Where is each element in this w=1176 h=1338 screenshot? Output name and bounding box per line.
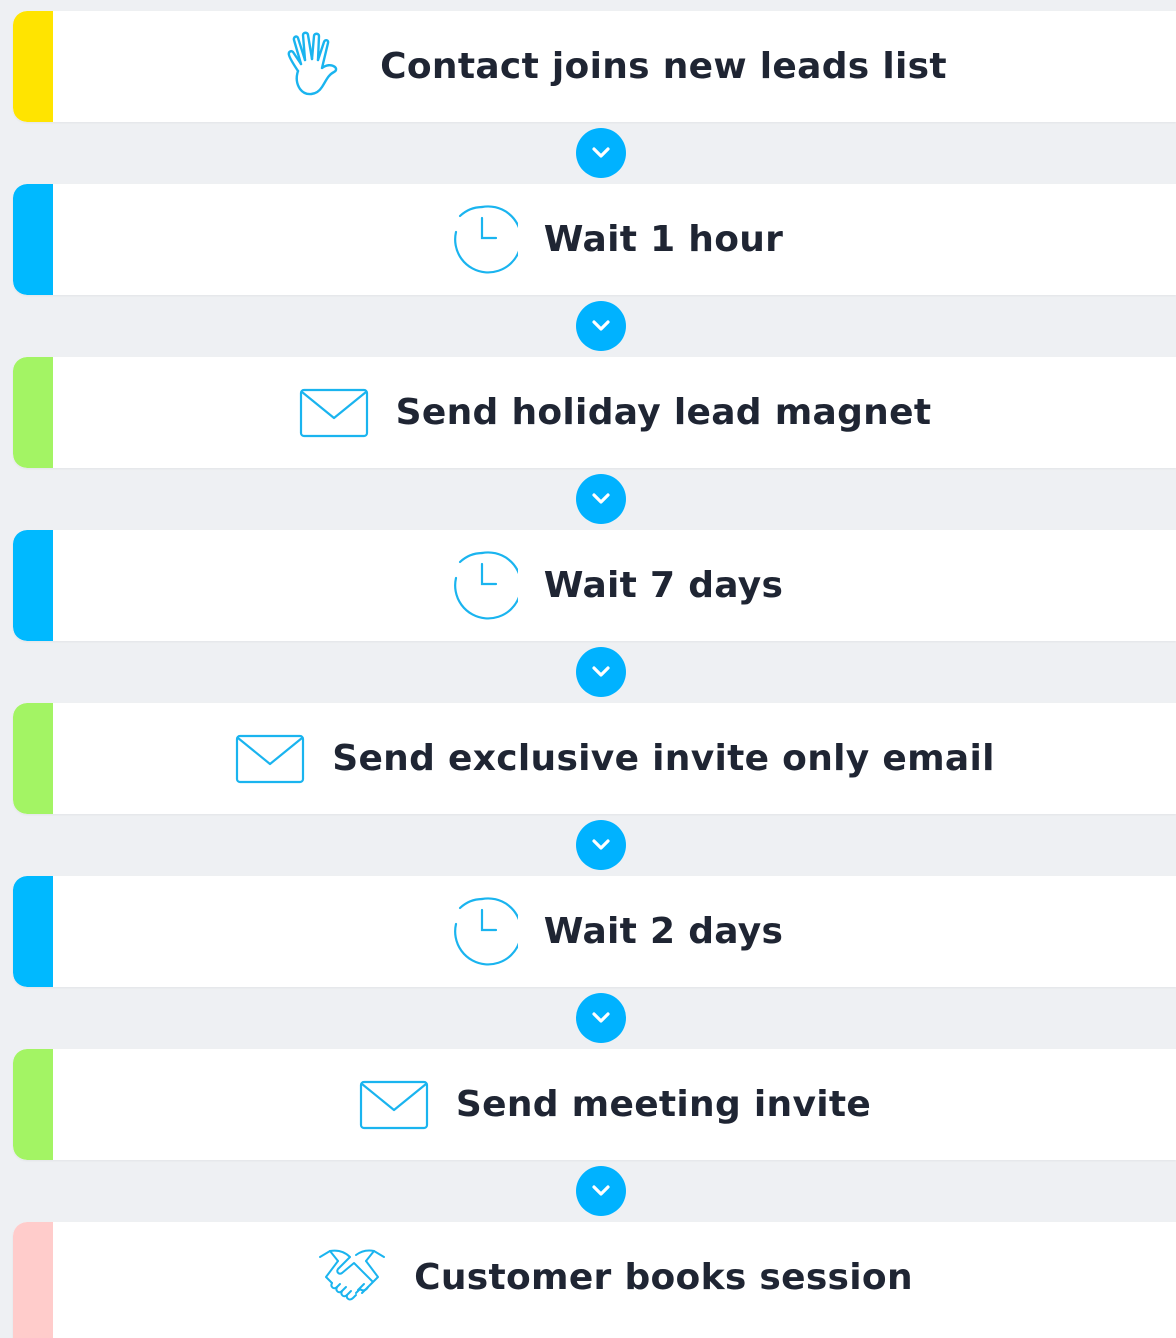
step-send-holiday-lead-magnet[interactable]: Send holiday lead magnet bbox=[13, 357, 1176, 468]
step-type-stripe bbox=[13, 1049, 53, 1160]
step-type-stripe bbox=[13, 357, 53, 468]
step-wait-1-hour[interactable]: Wait 1 hour bbox=[13, 184, 1176, 295]
step-contact-joins-list[interactable]: Contact joins new leads list bbox=[13, 11, 1176, 122]
envelope-icon bbox=[234, 723, 306, 795]
chevron-down-icon bbox=[592, 493, 610, 504]
expand-connector-button[interactable] bbox=[576, 128, 626, 178]
clock-icon bbox=[446, 550, 518, 622]
connector bbox=[13, 814, 1176, 876]
chevron-down-icon bbox=[592, 1185, 610, 1196]
chevron-down-icon bbox=[592, 147, 610, 158]
step-type-stripe bbox=[13, 876, 53, 987]
hand-icon bbox=[282, 31, 354, 103]
step-type-stripe bbox=[13, 1222, 53, 1338]
step-type-stripe bbox=[13, 703, 53, 814]
connector bbox=[13, 1160, 1176, 1222]
step-type-stripe bbox=[13, 184, 53, 295]
expand-connector-button[interactable] bbox=[576, 820, 626, 870]
step-label: Send holiday lead magnet bbox=[395, 392, 932, 433]
expand-connector-button[interactable] bbox=[576, 993, 626, 1043]
step-label: Wait 2 days bbox=[543, 911, 784, 952]
envelope-icon bbox=[358, 1069, 430, 1141]
step-label: Wait 1 hour bbox=[543, 219, 784, 260]
clock-icon bbox=[446, 896, 518, 968]
expand-connector-button[interactable] bbox=[576, 1166, 626, 1216]
step-wait-2-days[interactable]: Wait 2 days bbox=[13, 876, 1176, 987]
connector bbox=[13, 468, 1176, 530]
connector bbox=[13, 122, 1176, 184]
chevron-down-icon bbox=[592, 1012, 610, 1023]
chevron-down-icon bbox=[592, 666, 610, 677]
step-label: Send exclusive invite only email bbox=[332, 738, 995, 779]
clock-icon bbox=[446, 204, 518, 276]
step-type-stripe bbox=[13, 11, 53, 122]
chevron-down-icon bbox=[592, 839, 610, 850]
step-label: Customer books session bbox=[414, 1256, 913, 1298]
expand-connector-button[interactable] bbox=[576, 647, 626, 697]
step-send-exclusive-invite[interactable]: Send exclusive invite only email bbox=[13, 703, 1176, 814]
connector bbox=[13, 987, 1176, 1049]
step-label: Contact joins new leads list bbox=[380, 46, 947, 87]
step-type-stripe bbox=[13, 530, 53, 641]
connector bbox=[13, 295, 1176, 357]
step-customer-books-session[interactable]: Customer books session bbox=[13, 1222, 1176, 1338]
step-label: Send meeting invite bbox=[455, 1084, 872, 1125]
envelope-icon bbox=[298, 377, 370, 449]
automation-flow: Contact joins new leads list Wait 1 hour bbox=[13, 11, 1176, 1338]
step-wait-7-days[interactable]: Wait 7 days bbox=[13, 530, 1176, 641]
step-label: Wait 7 days bbox=[543, 565, 784, 606]
step-send-meeting-invite[interactable]: Send meeting invite bbox=[13, 1049, 1176, 1160]
expand-connector-button[interactable] bbox=[576, 474, 626, 524]
handshake-icon bbox=[316, 1241, 388, 1313]
chevron-down-icon bbox=[592, 320, 610, 331]
connector bbox=[13, 641, 1176, 703]
expand-connector-button[interactable] bbox=[576, 301, 626, 351]
